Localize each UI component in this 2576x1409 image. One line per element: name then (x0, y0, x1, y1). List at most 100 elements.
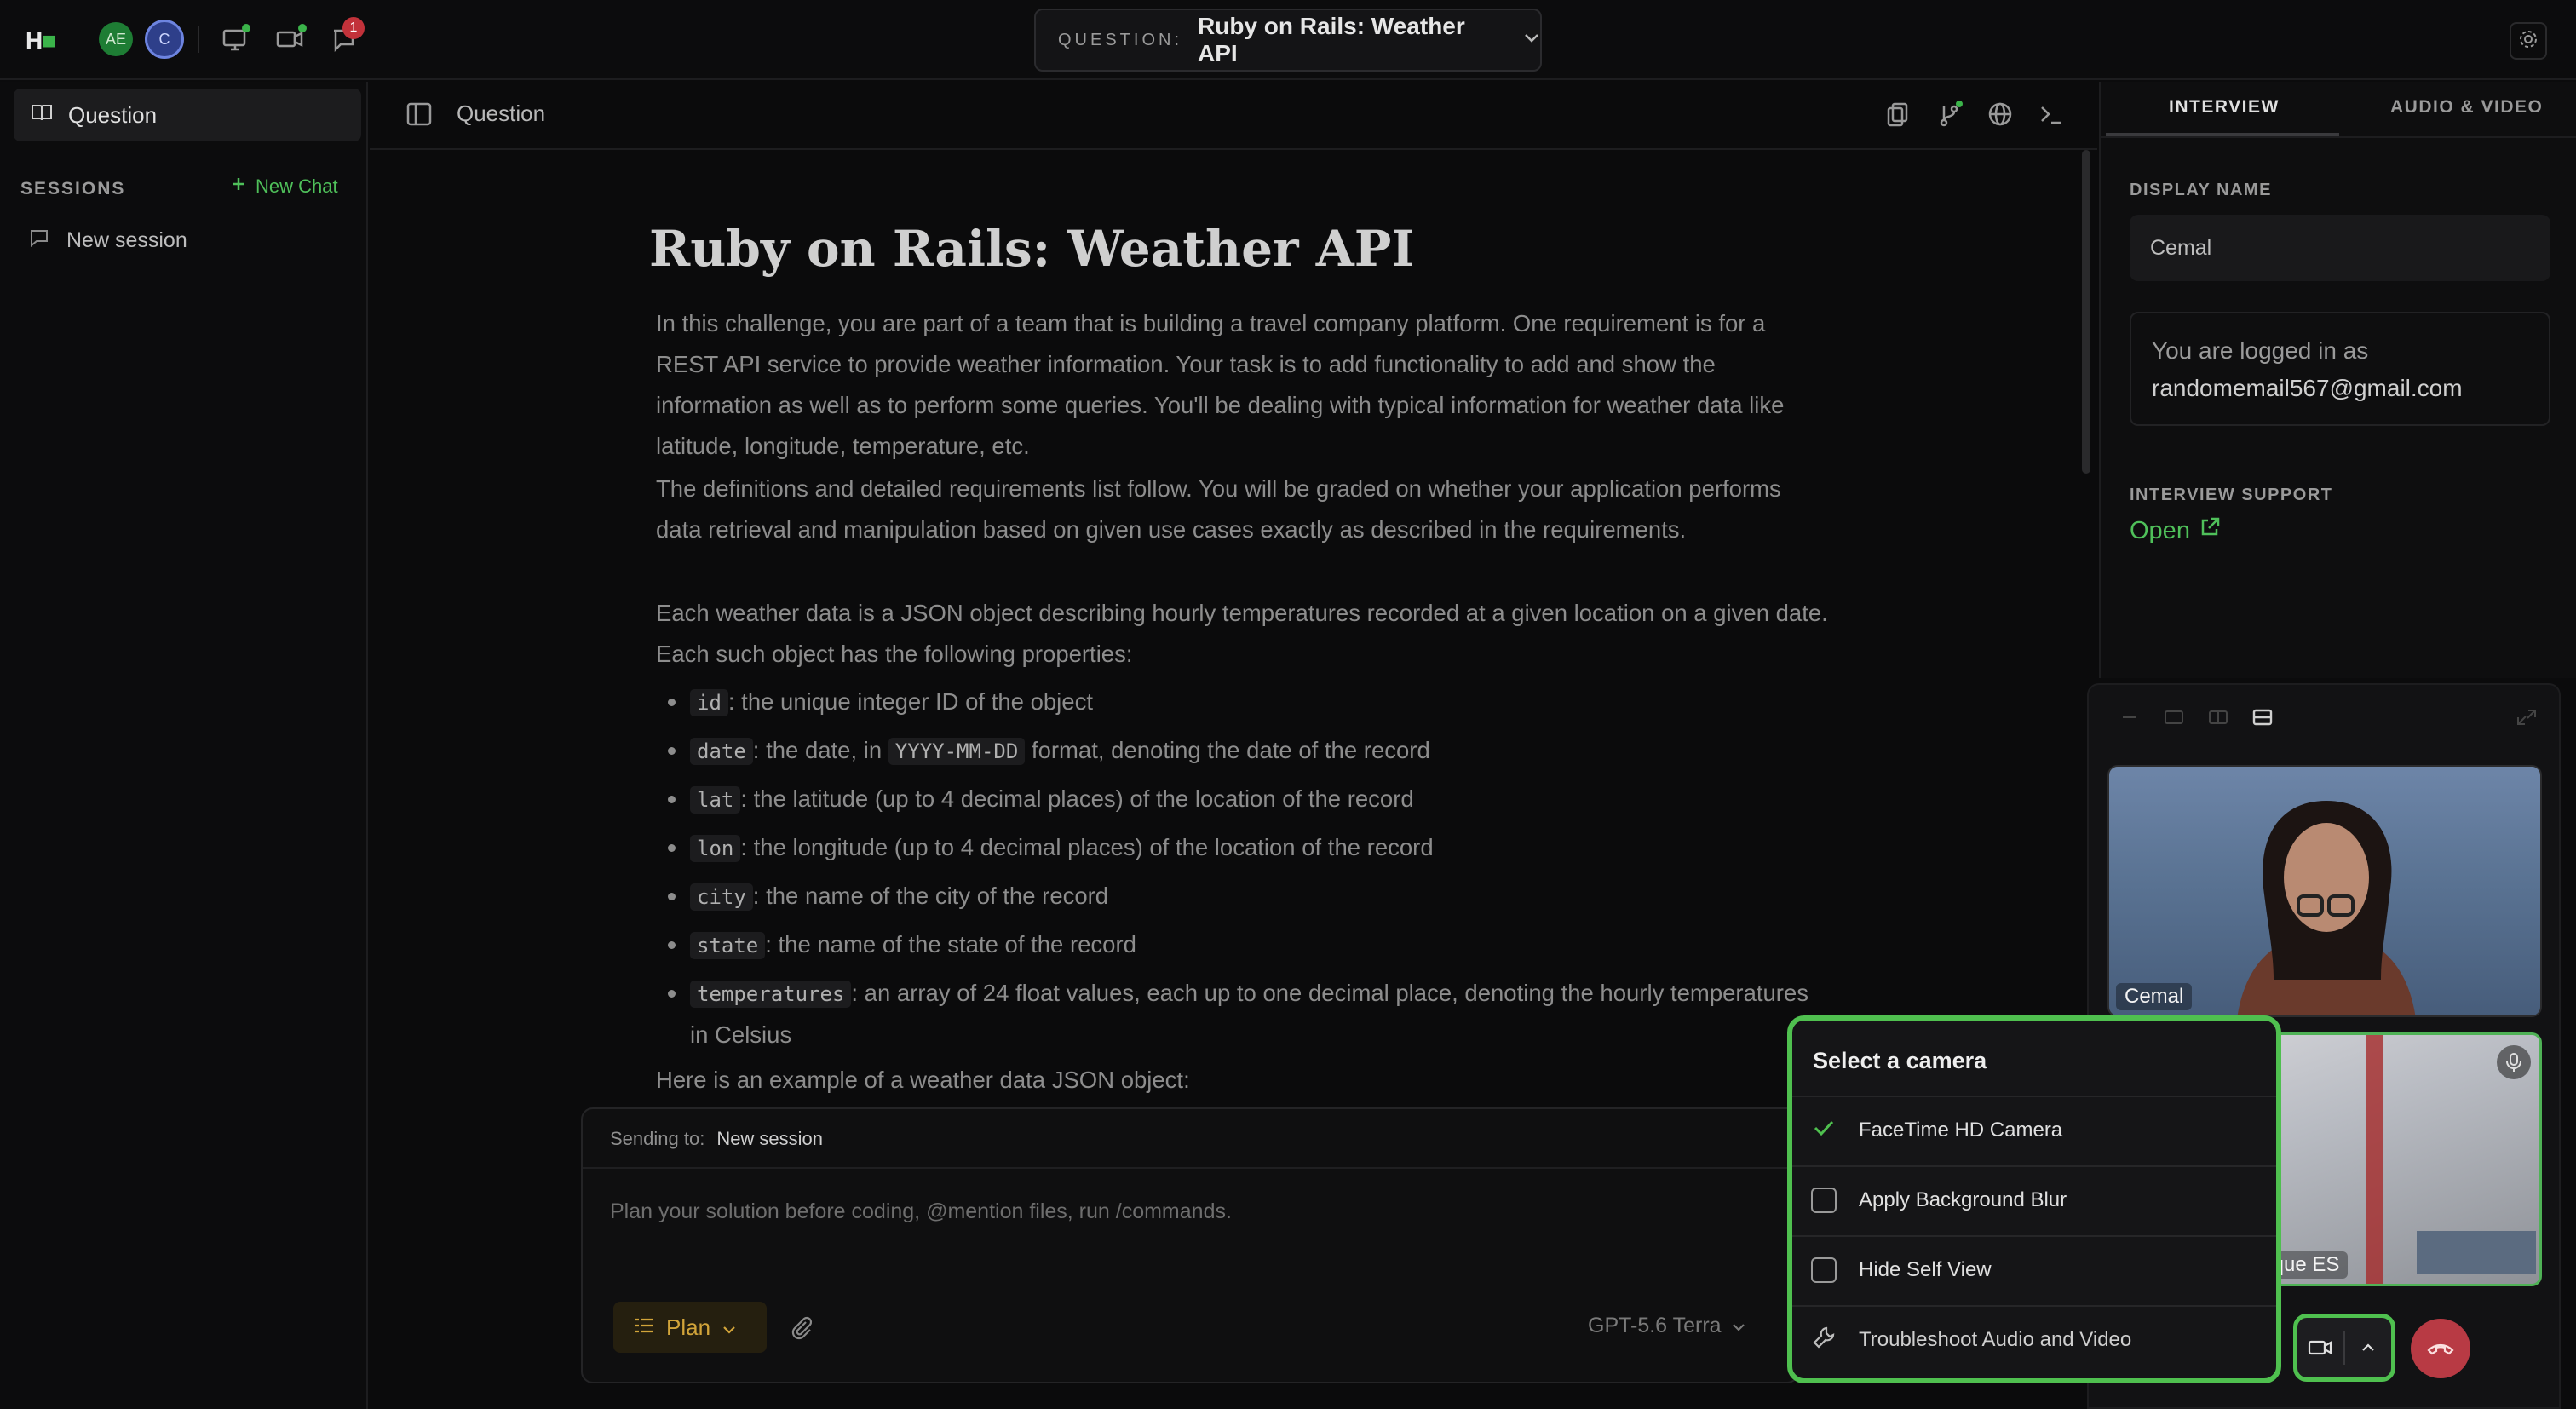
microphone-icon (2497, 1045, 2531, 1079)
code-lon: lon (690, 835, 741, 862)
header-title: Question (457, 101, 546, 126)
background-blur-option[interactable]: Apply Background Blur (1792, 1165, 2276, 1234)
properties-list: id: the unique integer ID of the object … (656, 681, 1831, 1062)
question-title: Ruby on Rails: Weather API (649, 220, 1415, 278)
code-id: id (690, 689, 728, 716)
sidebar-toggle-icon[interactable] (405, 101, 436, 131)
hide-self-view-checkbox[interactable] (1811, 1257, 1837, 1283)
divider (198, 26, 199, 53)
hide-self-view-option[interactable]: Hide Self View (1792, 1235, 2276, 1303)
chat-input[interactable]: Plan your solution before coding, @menti… (610, 1199, 1232, 1224)
list-item: state: the name of the state of the reco… (656, 924, 1831, 966)
chevron-down-icon (1523, 32, 1540, 49)
top-bar: H■ AE C 1 QUESTION: Ruby on Rails: Weath… (0, 0, 2576, 80)
model-label: GPT-5.6 Terra (1588, 1314, 1722, 1337)
phone-hangup-icon (2427, 1343, 2454, 1355)
video-call-icon[interactable] (274, 24, 307, 55)
content-scrollbar[interactable] (2082, 150, 2090, 474)
layout-stacked-icon[interactable] (2251, 707, 2274, 728)
layout-side-by-side-icon[interactable] (2206, 707, 2230, 728)
property-text: : an array of 24 float values, each up t… (690, 980, 1808, 1048)
login-prefix: You are logged in as (2152, 337, 2369, 364)
option-label: Troubleshoot Audio and Video (1859, 1328, 2132, 1351)
question-value: Ruby on Rails: Weather API (1198, 13, 1465, 66)
code-date-format: YYYY-MM-DD (888, 738, 1026, 765)
property-text: : the unique integer ID of the object (727, 688, 1093, 715)
sending-to: Sending to: New session (610, 1128, 823, 1150)
sidebar-item-question[interactable]: Question (14, 89, 361, 141)
message-icon (29, 228, 49, 253)
paragraph-example: Here is an example of a weather data JSO… (656, 1067, 1190, 1093)
book-icon (31, 102, 53, 129)
model-selector[interactable]: GPT-5.6 Terra (1588, 1314, 1745, 1338)
sessions-heading: SESSIONS (20, 179, 126, 198)
code-state: state (690, 932, 766, 959)
hang-up-button[interactable] (2411, 1319, 2470, 1378)
copy-icon[interactable] (1884, 101, 1915, 131)
paragraph-properties: Each weather data is a JSON object descr… (656, 600, 1828, 667)
divider (583, 1167, 1797, 1169)
avatar-c[interactable]: C (145, 20, 184, 59)
code-temperatures: temperatures (690, 981, 852, 1008)
option-label: Apply Background Blur (1859, 1188, 2067, 1211)
camera-select-menu: Select a camera FaceTime HD Camera Apply… (1787, 1015, 2281, 1383)
list-item: lat: the latitude (up to 4 decimal place… (656, 779, 1831, 820)
question-header: Question (370, 82, 2097, 150)
background-blur-checkbox[interactable] (1811, 1188, 1837, 1213)
camera-toggle-button[interactable] (2297, 1318, 2343, 1377)
login-email: randomemail567@gmail.com (2152, 375, 2463, 401)
git-branch-icon[interactable] (1935, 101, 1966, 131)
session-label: New session (66, 228, 187, 252)
troubleshoot-option[interactable]: Troubleshoot Audio and Video (1792, 1305, 2276, 1373)
right-panel: INTERVIEW AUDIO & VIDEO DISPLAY NAME Cem… (2099, 82, 2576, 678)
globe-icon[interactable] (1987, 101, 2017, 131)
code-city: city (690, 883, 753, 911)
new-chat-button[interactable]: New Chat (230, 175, 338, 198)
expand-icon[interactable] (2515, 707, 2539, 728)
plus-icon (230, 175, 247, 198)
list-item: id: the unique integer ID of the object (656, 681, 1831, 723)
minimize-icon[interactable] (2118, 707, 2142, 728)
chevron-down-icon (1732, 1314, 1745, 1338)
option-label: Hide Self View (1859, 1258, 1992, 1281)
layout-single-icon[interactable] (2162, 707, 2186, 728)
support-link-label: Open (2130, 516, 2190, 544)
sending-to-value[interactable]: New session (716, 1128, 823, 1149)
check-icon (1811, 1115, 1837, 1147)
video-tile-self[interactable]: Cemal (2107, 765, 2542, 1017)
gear-icon (2518, 29, 2539, 54)
chevron-up-icon (2362, 1343, 2374, 1351)
display-name-field[interactable]: Cemal (2130, 215, 2550, 281)
property-text: format, denoting the date of the record (1025, 737, 1430, 763)
list-item: lon: the longitude (up to 4 decimal plac… (656, 827, 1831, 869)
settings-button[interactable] (2510, 22, 2547, 60)
question-selector[interactable]: QUESTION: Ruby on Rails: Weather API (1034, 9, 1542, 72)
display-name-label: DISPLAY NAME (2130, 181, 2272, 199)
tab-audio-video[interactable]: AUDIO & VIDEO (2390, 97, 2543, 118)
support-open-link[interactable]: Open (2130, 516, 2221, 545)
terminal-icon[interactable] (2038, 101, 2068, 131)
plan-label: Plan (666, 1314, 711, 1340)
property-text: : the longitude (up to 4 decimal places)… (740, 834, 1434, 860)
camera-control-group (2293, 1314, 2395, 1382)
screen-share-icon[interactable] (220, 24, 250, 55)
avatar-ae[interactable]: AE (99, 22, 133, 56)
paperclip-icon[interactable] (787, 1314, 814, 1341)
list-item: date: the date, in YYYY-MM-DD format, de… (656, 730, 1831, 772)
property-text: : the date, in (752, 737, 888, 763)
list-item: temperatures: an array of 24 float value… (656, 973, 1831, 1055)
app-logo[interactable]: H■ (26, 27, 56, 55)
list-icon (634, 1314, 654, 1341)
tab-interview[interactable]: INTERVIEW (2169, 97, 2280, 118)
camera-option-facetime[interactable]: FaceTime HD Camera (1792, 1096, 2276, 1164)
left-sidebar: Question SESSIONS New Chat New session (0, 82, 368, 1409)
session-item[interactable]: New session (29, 228, 187, 253)
camera-icon (2308, 1340, 2332, 1355)
paragraph-intro: In this challenge, you are part of a tea… (656, 310, 1785, 459)
camera-options-button[interactable] (2345, 1318, 2391, 1377)
active-tab-indicator (2106, 133, 2339, 136)
sidebar-item-label: Question (68, 101, 158, 128)
camera-menu-title: Select a camera (1813, 1048, 1987, 1073)
external-link-icon (2199, 516, 2221, 545)
plan-mode-button[interactable]: Plan (613, 1302, 767, 1353)
